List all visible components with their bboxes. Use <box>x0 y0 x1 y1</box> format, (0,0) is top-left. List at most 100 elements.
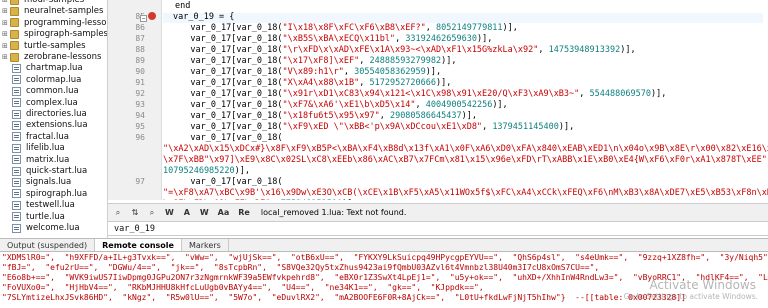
tab-output-suspended[interactable]: Output (suspended) <box>0 239 96 251</box>
regex-toggle[interactable]: A <box>180 205 194 220</box>
expand-icon[interactable]: ⊞ <box>2 30 10 38</box>
tree-file-item[interactable]: colormap.lua <box>12 74 81 86</box>
tree-file-item[interactable]: common.lua <box>12 85 79 97</box>
tree-item-label: testwell.lua <box>26 200 75 211</box>
breakpoint-marker[interactable] <box>148 12 156 20</box>
bottom-panel-tabs: Output (suspended) Remote console Markers <box>0 238 768 252</box>
number-literal: 24888593279982 <box>369 56 442 66</box>
match-case-toggle[interactable]: Aa <box>215 205 233 220</box>
code-line: "\xA2\xAD\x15\xDCx#}\x8F\xF9\xB5P<\xBA\x… <box>163 144 768 155</box>
search-input[interactable]: var_0_19 <box>108 223 768 236</box>
tree-file-item[interactable]: extensions.lua <box>12 119 88 131</box>
lua-file-icon <box>12 212 21 222</box>
find-icon[interactable]: ⌕ <box>111 205 125 220</box>
tree-file-item[interactable]: lifelib.lua <box>12 142 65 154</box>
tree-item-label: quick-start.lua <box>26 166 88 176</box>
lua-file-icon <box>12 155 21 165</box>
code-token: )], <box>502 23 518 33</box>
number-literal: 14753948913392 <box>548 45 621 55</box>
find-in-files-icon[interactable]: ⇅ <box>128 205 142 220</box>
code-token: var_0_17[var_0_18( <box>175 133 283 143</box>
tree-file-item[interactable]: matrix.lua <box>12 154 69 166</box>
expand-icon[interactable]: ⊞ <box>2 42 10 50</box>
code-token: )], <box>650 89 667 99</box>
code-token: , <box>379 111 390 121</box>
string-literal: "V\x89:h1\r" <box>282 67 344 77</box>
code-token: , <box>482 122 493 132</box>
line-number: 89 <box>135 56 145 65</box>
tree-file-item[interactable]: signals.lua <box>12 176 71 188</box>
line-number: 88 <box>135 45 145 54</box>
code-token: , <box>359 78 370 88</box>
code-token: )], <box>234 166 251 176</box>
string-literal: "\xA2\xAD\x15\xDCx#}\x8F\xF9\xB5P<\xBA\x… <box>163 144 768 154</box>
code-token: )], <box>342 199 357 200</box>
tree-file-item[interactable]: fractal.lua <box>12 131 69 143</box>
code-line: var_0_17[var_0_18("\xF7&\xA6'\xE1\b\xD5\… <box>175 100 507 111</box>
lua-file-icon <box>12 86 21 96</box>
regex-mode-toggle[interactable]: Re <box>235 205 253 220</box>
code-token: , <box>343 67 355 77</box>
tree-file-item[interactable]: testwell.lua <box>12 199 75 211</box>
folder-icon <box>10 6 19 16</box>
lua-file-icon <box>12 63 21 73</box>
code-token: )], <box>476 34 493 44</box>
tree-file-item[interactable]: welcome.lua <box>12 222 80 234</box>
folder-icon <box>10 52 19 62</box>
tree-folder-item[interactable]: ⊞ turtle-samples <box>2 40 86 52</box>
tree-file-item[interactable]: complex.lua <box>12 97 78 109</box>
code-token: var_0_17[var_0_18( <box>175 122 283 132</box>
number-literal: 554488069570 <box>589 89 651 99</box>
tree-item-label: directories.lua <box>26 109 87 119</box>
tree-file-item[interactable]: turtle.lua <box>12 211 65 223</box>
expand-icon[interactable]: ⊞ <box>2 7 10 15</box>
line-number: 86 <box>135 23 145 32</box>
code-editor[interactable]: end var_0_19 = { var_0_17[var_0_18("I\x18… <box>163 0 768 200</box>
tree-item-label: spirograph.lua <box>26 188 88 199</box>
tree-folder-item[interactable]: ⊞ neuralnet-samples <box>2 5 103 17</box>
code-token: )], <box>425 67 442 77</box>
fold-toggle-icon[interactable]: − <box>140 15 147 22</box>
line-number: 96 <box>135 133 145 142</box>
tree-item-label: complex.lua <box>26 97 78 108</box>
string-literal: "\xF9\xED \"\xBB<'p\x9A\xDCcou\xE1\xD8" <box>282 122 483 132</box>
folder-icon <box>10 41 19 51</box>
tree-item-label: fractal.lua <box>26 131 69 142</box>
lua-file-icon <box>12 109 21 119</box>
code-line: var_0_17[var_0_18("\x17\xF8]\xEF", 24888… <box>175 56 457 67</box>
expand-icon[interactable]: ⊞ <box>2 53 10 61</box>
tree-item-label: welcome.lua <box>26 223 80 233</box>
tree-file-item[interactable]: directories.lua <box>12 108 87 120</box>
console-line: "7SLYmtizeLhxJSvk86HD", "kNgz", "R5w0lU=… <box>2 293 686 302</box>
tree-item-label: lifelib.lua <box>26 143 65 154</box>
line-number: 92 <box>135 89 145 98</box>
expand-icon[interactable]: ⊞ <box>2 19 10 27</box>
line-number: 94 <box>135 111 145 120</box>
tree-item-label: mour-samples <box>24 0 85 5</box>
tree-folder-item[interactable]: ⊞ programming-lessons <box>2 17 107 29</box>
replace-icon[interactable]: ⌕ <box>145 205 159 220</box>
code-line: var_0_17[var_0_18("\xF9\xED \"\xBB<'p\x9… <box>175 122 574 133</box>
tab-remote-console[interactable]: Remote console <box>95 239 182 251</box>
activate-windows-watermark: Activate Windows <box>649 278 756 292</box>
find-toolbar: ⌕ ⇅ ⌕ W A W Aa Re local_removed 1.lua: Text not … <box>108 203 768 222</box>
tree-file-item[interactable]: chartmap.lua <box>12 62 83 74</box>
number-literal: 1379451145400 <box>492 122 559 132</box>
tree-folder-item[interactable]: ⊞ spirograph-samples <box>2 28 107 40</box>
code-line: var_0_17[var_0_18("X\xA4\x88\x1B", 51729… <box>175 78 451 89</box>
wrap-toggle[interactable]: W <box>197 205 212 220</box>
string-literal: "\x17\xF8]\xEF" <box>282 56 360 66</box>
tree-folder-item[interactable]: ⊞ zerobrane-lessons <box>2 51 101 63</box>
line-number: 93 <box>135 100 145 109</box>
tree-file-item[interactable]: quick-start.lua <box>12 165 87 177</box>
whole-word-toggle[interactable]: W <box>162 205 177 220</box>
tree-file-item[interactable]: spirograph.lua <box>12 188 87 200</box>
code-token: var_0_17[var_0_18( <box>175 67 283 77</box>
tree-item-label: turtle.lua <box>26 211 65 222</box>
expand-icon[interactable]: ⊞ <box>2 0 10 4</box>
tree-item-label: signals.lua <box>26 177 72 188</box>
code-token: )], <box>441 56 457 66</box>
number-literal: 4004900542256 <box>425 100 493 110</box>
tab-markers[interactable]: Markers <box>182 239 229 251</box>
lua-file-icon <box>12 200 21 210</box>
